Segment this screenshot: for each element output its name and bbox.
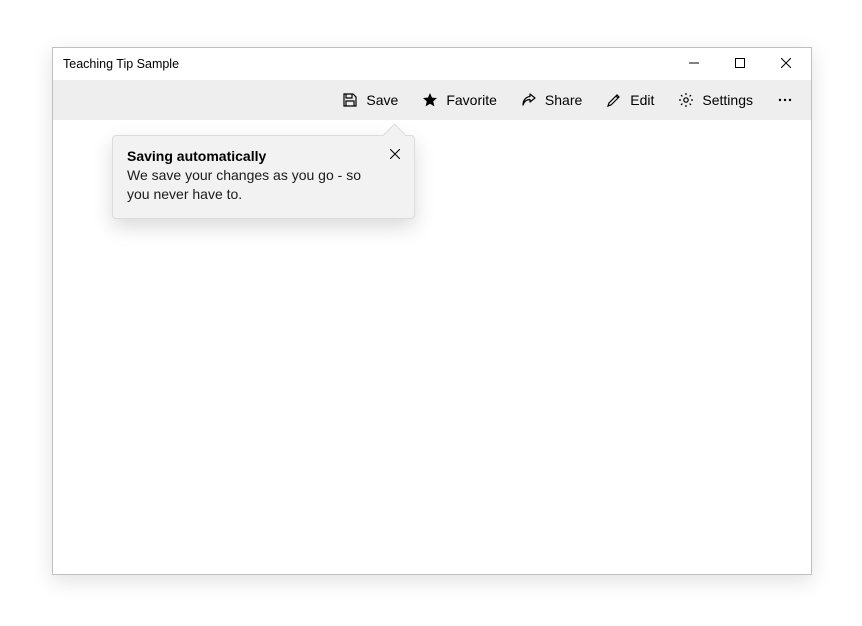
- edit-label: Edit: [630, 92, 654, 108]
- maximize-icon: [735, 55, 745, 73]
- minimize-button[interactable]: [671, 49, 717, 79]
- edit-icon: [606, 92, 622, 108]
- settings-label: Settings: [702, 92, 753, 108]
- share-button[interactable]: Share: [511, 86, 592, 114]
- close-icon: [390, 146, 400, 164]
- edit-button[interactable]: Edit: [596, 86, 664, 114]
- save-icon: [342, 92, 358, 108]
- toolbar: Save Favorite Share Edit Settings: [53, 80, 811, 120]
- more-icon: [777, 92, 793, 108]
- maximize-button[interactable]: [717, 49, 763, 79]
- tip-body: We save your changes as you go - so you …: [127, 166, 400, 204]
- application-window: Teaching Tip Sample: [52, 47, 812, 575]
- titlebar: Teaching Tip Sample: [53, 48, 811, 80]
- more-button[interactable]: [767, 86, 803, 114]
- tip-title: Saving automatically: [127, 148, 400, 164]
- share-label: Share: [545, 92, 582, 108]
- gear-icon: [678, 92, 694, 108]
- save-button[interactable]: Save: [332, 86, 408, 114]
- tip-close-button[interactable]: [382, 142, 408, 168]
- save-label: Save: [366, 92, 398, 108]
- content-area: Saving automatically We save your change…: [53, 120, 811, 574]
- minimize-icon: [689, 55, 699, 73]
- star-icon: [422, 92, 438, 108]
- window-title: Teaching Tip Sample: [63, 57, 179, 71]
- close-button[interactable]: [763, 49, 809, 79]
- favorite-button[interactable]: Favorite: [412, 86, 507, 114]
- close-icon: [781, 55, 791, 73]
- favorite-label: Favorite: [446, 92, 497, 108]
- settings-button[interactable]: Settings: [668, 86, 763, 114]
- caption-controls: [671, 49, 809, 79]
- teaching-tip: Saving automatically We save your change…: [112, 135, 415, 219]
- share-icon: [521, 92, 537, 108]
